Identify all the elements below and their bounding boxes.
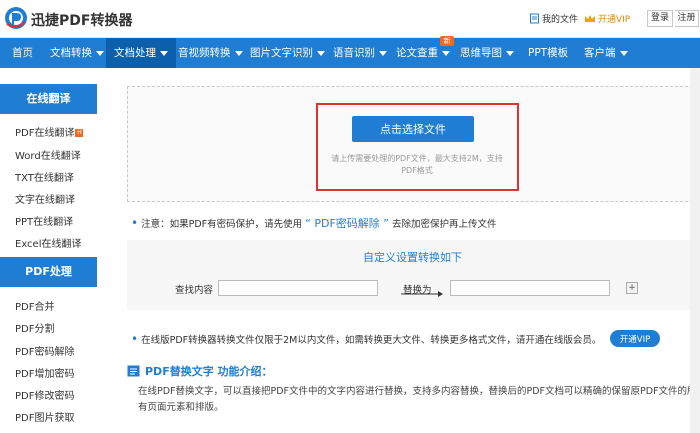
nav-doc-convert[interactable]: 文档转换 [50,38,104,68]
nav-home[interactable]: 首页 [12,38,33,68]
login-button[interactable]: 登录 [647,10,673,27]
my-files-label: 我的文件 [542,15,579,25]
document-icon [127,365,140,377]
nav-mindmap[interactable]: 思维导图 [460,38,514,68]
sidebar-section-translate: 在线翻译 [0,84,97,114]
sidebar-item-excel-translate[interactable]: Excel在线翻译 [15,235,82,250]
add-rule-button[interactable]: + [626,282,638,294]
nav-ocr[interactable]: 图片文字识别 [250,38,325,68]
find-input[interactable] [218,280,378,296]
password-note-prefix: 注意：如果PDF有密码保护，请先使用 [141,219,303,230]
sidebar-item-pdf-image-extract[interactable]: PDF图片获取 [15,409,74,424]
hot-badge: H [75,129,84,137]
brand-name[interactable]: 迅捷PDF转换器 [31,10,132,30]
intro-title-text: PDF替换文字 功能介绍： [145,365,273,378]
open-vip-button[interactable]: 开通VIP [610,330,660,347]
new-badge: 新 [440,36,454,46]
vip-link[interactable]: 开通VIP [584,12,630,25]
sidebar-item-pdf-change-password[interactable]: PDF修改密码 [15,387,74,402]
chevron-down-icon [442,50,450,56]
chevron-down-icon [96,50,104,56]
crown-icon [585,14,595,22]
sidebar-item-word-translate[interactable]: Word在线翻译 [15,147,81,162]
password-note-suffix: 去除加密保护再上传文件 [392,219,497,230]
size-limit-text: 在线版PDF转换器转换文件仅限于2M以内文件，如需转换更大文件、转换更多格式文件… [141,335,602,346]
sidebar-item-txt-translate[interactable]: TXT在线翻译 [15,169,74,184]
sidebar-item-pdf-add-password[interactable]: PDF增加密码 [15,365,74,380]
pdf-unlock-link[interactable]: “ PDF密码解除 ” [305,217,389,230]
top-header: 迅捷PDF转换器 我的文件 开通VIP 登录 注册 [0,0,700,38]
page-scrollbar[interactable] [690,68,700,433]
sidebar-item-pdf-split[interactable]: PDF分割 [15,320,54,335]
nav-av-convert[interactable]: 音视频转换 [178,38,243,68]
upload-hint: 请上传需要处理的PDF文件，最大支持2M，支持PDF格式 [331,154,503,175]
nav-client[interactable]: 客户端 [584,38,628,68]
intro-title: PDF替换文字 功能介绍： [127,363,273,379]
chevron-down-icon [317,50,325,56]
app-logo-icon[interactable] [4,6,28,30]
intro-text: 在线PDF替换文字，可以直接把PDF文件中的文字内容进行替换，支持多内容替换，替… [138,386,697,413]
chevron-down-icon [619,50,628,56]
bullet-icon: • [131,332,139,346]
sidebar-item-text-translate[interactable]: 文字在线翻译 [15,191,75,206]
sidebar-section-pdf: PDF处理 [0,257,97,287]
file-icon [530,13,539,24]
arrow-right-icon [401,291,443,297]
replace-input[interactable] [450,280,610,296]
sidebar-item-pdf-unlock[interactable]: PDF密码解除 [15,343,74,358]
my-files-link[interactable]: 我的文件 [529,12,578,25]
find-label: 查找内容 [175,285,214,296]
sidebar-item-pdf-merge[interactable]: PDF合并 [15,298,54,313]
settings-title: 自定义设置转换如下 [363,251,462,264]
main-nav: 首页 文档转换 文档处理 音视频转换 图片文字识别 语音识别 论文查重 思维导图… [0,38,700,68]
sidebar-item-pdf-translate[interactable]: PDF在线翻译 H [15,124,84,139]
register-button[interactable]: 注册 [675,10,699,27]
password-note: • 注意：如果PDF有密码保护，请先使用 “ PDF密码解除 ” 去除加密保护再… [131,215,497,231]
chevron-down-icon [160,50,168,56]
nav-ppt-template[interactable]: PPT模板 [528,38,568,68]
size-limit-note: • 在线版PDF转换器转换文件仅限于2M以内文件，如需转换更大文件、转换更多格式… [131,332,601,346]
nav-doc-process[interactable]: 文档处理 [106,38,176,68]
chevron-down-icon [379,50,387,56]
bullet-icon: • [131,216,139,230]
sidebar-item-ppt-translate[interactable]: PPT在线翻译 [15,213,73,228]
chevron-down-icon [506,50,514,56]
replace-settings-panel: 自定义设置转换如下 [127,240,698,310]
nav-speech[interactable]: 语音识别 [333,38,387,68]
chevron-down-icon [234,50,243,56]
choose-file-button[interactable]: 点击选择文件 [352,116,474,142]
vip-label: 开通VIP [598,15,631,25]
